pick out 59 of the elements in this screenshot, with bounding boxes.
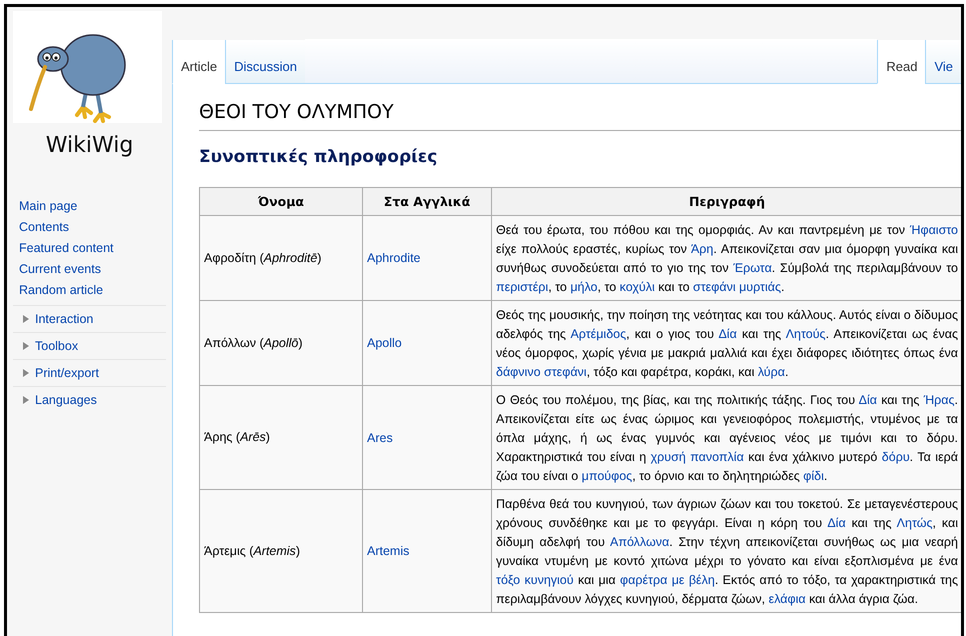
table-link[interactable]: Aphrodite [367,251,421,265]
tab[interactable]: Discussion [225,40,305,84]
inline-link[interactable]: Ήρας [924,393,955,407]
inline-link[interactable]: δόρυ [882,450,910,464]
table-link[interactable]: Apollo [367,336,402,350]
inline-link[interactable]: Αρτέμιδος [570,327,626,341]
inline-link[interactable]: φίδι [803,469,824,483]
inline-link[interactable]: περιστέρι [496,280,548,294]
inline-link[interactable]: Λητώς [896,516,933,530]
sidebar-link[interactable]: Random article [7,280,172,301]
portlet-toggle[interactable]: Toolbox [35,339,78,353]
table-link[interactable]: Ares [367,430,393,444]
caret-right-icon[interactable] [23,369,30,377]
inline-link[interactable]: φαρέτρα με βέλη [620,573,715,587]
caret-right-icon[interactable] [23,342,30,350]
tab[interactable]: Vie [925,40,961,84]
tab[interactable]: Read [877,40,926,84]
caret-right-icon[interactable] [23,396,30,404]
portlet-toggle[interactable]: Interaction [35,312,94,326]
inline-link[interactable]: ελάφια [768,592,806,606]
inline-link[interactable]: Λητούς [786,327,826,341]
inline-link[interactable]: χρυσή πανοπλία [650,450,744,464]
table-cell-text: Άρτεμις (Artemis) [203,542,301,560]
column-header: Περιγραφή [492,188,961,216]
portlet-toggle[interactable]: Print/export [35,366,99,380]
table-cell-text: Αφροδίτη (Aphroditē) [203,250,322,267]
description-text: Θεά του έρωτα, του πόθου και της ομορφιάς. Αν και παντρεμένη με τον Ήφαιστο είχε πολλούς εραστές, κυρίως τον Άρη. Απεικονίζεται σαν μια όμορφη γυναίκα και συνήθως συνοδεύεται από το γιο της τον Έρωτα. Σύμβολά της περιλαμβάνουν το περιστέρι, το μήλο, το κοχύλι και το στεφάνι μυρτιάς. [495,222,959,296]
inline-link[interactable]: λύρα [758,365,785,379]
inline-link[interactable]: μήλο [570,280,598,294]
inline-link[interactable]: δάφνινο στεφάνι [496,365,587,379]
tab[interactable]: Article [172,40,226,84]
table-link[interactable]: Artemis [367,544,410,558]
site-name[interactable]: WikiWig [46,133,134,158]
sidebar-link[interactable]: Current events [7,259,172,280]
inline-link[interactable]: στεφάνι μυρτιάς [693,280,782,294]
description-text: Ο Θεός του πολέμου, της βίας, και της πολιτικής τάξης. Γιος του Δία και της Ήρας. Απεικονίζεται είτε ως ένας ώριμος και γενειοφόρος πολεμιστής, ντυμένος με τα όπλα μάχης, ή ως ένας γυμνός και αγένειος νέος με τιμόνι και το δόρυ. Χαρακτηριστικά του είναι η χρυσή πανοπλία και ένα χάλκινο μυτερό δόρυ. Τα ιερά ζώα του είναι ο μπούφος, το όρνιο και το δηλητηριώδες φίδι. [495,392,960,485]
sidebar-link[interactable]: Featured content [7,238,172,259]
inline-link[interactable]: Ήφαιστο [910,223,958,237]
portlet-toggle[interactable]: Languages [35,393,97,407]
inline-link[interactable]: Δία [827,516,846,530]
inline-link[interactable]: κοχύλι [620,280,655,294]
inline-link[interactable]: Απόλλωνα [610,535,670,549]
inline-link[interactable]: Δία [858,393,877,407]
column-header: Όνομα [200,188,362,216]
section-heading: Συνοπτικές πληροφορίες [199,147,438,167]
table-cell-text: Άρης (Arēs) [203,429,271,446]
page-title: ΘΕΟΙ ΤΟΥ ΟΛΥΜΠΟΥ [199,97,961,131]
inline-link[interactable]: τόξο κυνηγιού [496,573,574,587]
table-cell-text: Απόλλων (Apollō) [203,334,304,352]
description-text: Θεός της μουσικής, την ποίηση της νεότητας και του κάλλους. Αυτός είναι ο δίδυμος αδελφός της Αρτέμιδος, και ο γιος του Δία και της Λητούς. Απεικονίζεται ως ένας νέος όμορφος, χωρίς γένια με μακριά μαλλιά και έχει διάφορες ιδιότητες όπως ένα δάφνινο στεφάνι, τόξο και φαρέτρα, κοράκι, και λύρα. [495,307,959,381]
caret-right-icon[interactable] [23,315,30,323]
column-header: Στα Αγγλικά [362,188,492,216]
inline-link[interactable]: Έρωτα [733,261,772,275]
inline-link[interactable]: Δία [718,327,737,341]
inline-link[interactable]: Άρη [690,242,714,256]
inline-link[interactable]: μπούφος [582,469,632,483]
description-text: Παρθένα θεά του κυνηγιού, των άγριων ζώων και του τοκετού. Σε μεταγενέστερους χρόνους συνδέθηκε και με το φεγγάρι. Είναι η κόρη του Δία και της Λητώς, και δίδυμη αδελφή του Απόλλωνα. Στην τέχνη απεικονίζεται συνήθως ως μια νεαρή γυναίκα ντυμένη με κοντό χιτώνα μέχρι το γόνατο και είναι εξοπλισμένα με ένα τόξο κυνηγιού και μια φαρέτρα με βέλη. Εκτός από το τόξο, τα χαρακτηριστικά της περιλαμβάνουν λόγχες κυνηγιού, δέρματα ζώων, ελάφια και άλλα άγρια ζώα. [495,496,959,608]
sidebar-link[interactable]: Contents [7,217,172,238]
sidebar-link[interactable]: Main page [7,196,172,217]
